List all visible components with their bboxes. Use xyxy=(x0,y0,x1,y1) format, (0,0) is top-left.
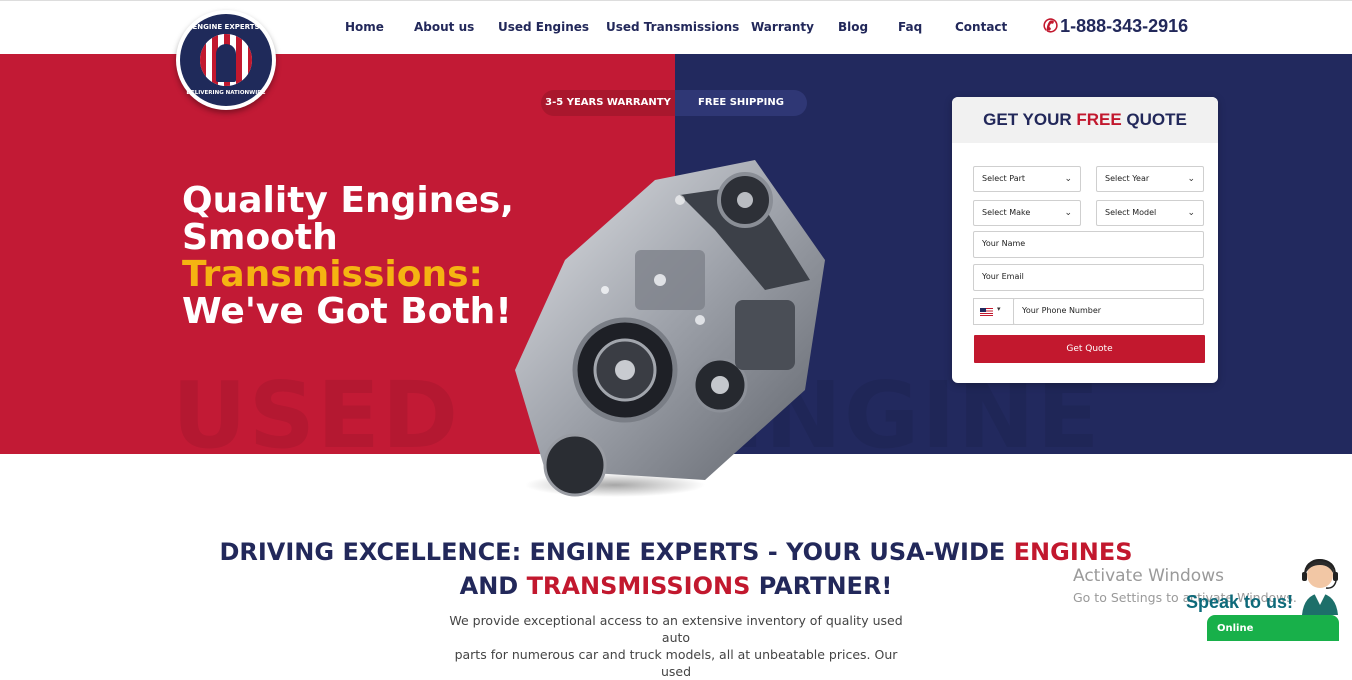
warranty-badge: 3-5 YEARS WARRANTY xyxy=(541,90,675,116)
hero-headline: Quality Engines, Smooth Transmissions: W… xyxy=(182,182,514,330)
chat-online-tab[interactable]: Online xyxy=(1207,615,1339,641)
logo-emblem-icon xyxy=(200,34,252,86)
nav-home[interactable]: Home xyxy=(345,20,384,34)
select-year-dropdown[interactable]: Select Year ⌄ xyxy=(1096,166,1204,192)
chevron-down-icon: ⌄ xyxy=(1064,174,1072,184)
nav-blog[interactable]: Blog xyxy=(838,20,868,34)
select-model-dropdown[interactable]: Select Model ⌄ xyxy=(1096,200,1204,226)
chevron-down-icon: ⌄ xyxy=(1064,208,1072,218)
country-code-select[interactable]: ▾ xyxy=(973,298,1014,325)
intro-paragraph: We provide exceptional access to an exte… xyxy=(449,613,903,679)
nav-contact[interactable]: Contact xyxy=(955,20,1007,34)
hero-bg-word-used: USED xyxy=(172,362,461,469)
nav-used-engines[interactable]: Used Engines xyxy=(498,20,589,34)
quote-form-title: GET YOUR FREE QUOTE xyxy=(952,97,1218,143)
caret-down-icon: ▾ xyxy=(997,306,1001,313)
phone-icon: ✆ xyxy=(1043,16,1059,36)
header-phone[interactable]: ✆ 1-888-343-2916 xyxy=(1043,16,1188,37)
chevron-down-icon: ⌄ xyxy=(1187,174,1195,184)
headline-line-2: Smooth xyxy=(182,217,338,258)
name-input[interactable]: Your Name xyxy=(973,231,1204,258)
select-part-dropdown[interactable]: Select Part ⌄ xyxy=(973,166,1081,192)
get-quote-button[interactable]: Get Quote xyxy=(974,335,1205,363)
us-flag-icon xyxy=(980,308,993,316)
nav-used-transmissions[interactable]: Used Transmissions xyxy=(606,20,739,34)
logo-top-text: ENGINE EXPERTS xyxy=(192,23,260,31)
phone-number: 1-888-343-2916 xyxy=(1060,16,1189,36)
logo-badge: ENGINE EXPERTS DELIVERING NATIONWIDE xyxy=(180,14,272,106)
chevron-down-icon: ⌄ xyxy=(1187,208,1195,218)
chat-speak-label[interactable]: Speak to us! xyxy=(1186,592,1293,613)
email-input[interactable]: Your Email xyxy=(973,264,1204,291)
nav-warranty[interactable]: Warranty xyxy=(751,20,814,34)
shipping-badge: FREE SHIPPING xyxy=(675,90,807,116)
nav-faq[interactable]: Faq xyxy=(898,20,922,34)
headline-line-1: Quality Engines, xyxy=(182,180,514,221)
support-agent-icon[interactable] xyxy=(1296,553,1344,615)
phone-input[interactable]: Your Phone Number xyxy=(1013,298,1204,325)
nav-about-us[interactable]: About us xyxy=(414,20,474,34)
engine-image xyxy=(515,160,825,497)
headline-line-4: We've Got Both! xyxy=(182,291,512,332)
intro-title-line-1: DRIVING EXCELLENCE: ENGINE EXPERTS - YOU… xyxy=(219,538,1133,566)
hero-badges: 3-5 YEARS WARRANTY FREE SHIPPING xyxy=(541,90,807,116)
quote-form: GET YOUR FREE QUOTE Select Part ⌄ Select … xyxy=(952,97,1218,383)
select-make-dropdown[interactable]: Select Make ⌄ xyxy=(973,200,1081,226)
site-logo[interactable]: ENGINE EXPERTS DELIVERING NATIONWIDE xyxy=(176,10,276,110)
logo-bottom-text: DELIVERING NATIONWIDE xyxy=(186,90,266,96)
headline-line-3: Transmissions: xyxy=(182,254,483,295)
